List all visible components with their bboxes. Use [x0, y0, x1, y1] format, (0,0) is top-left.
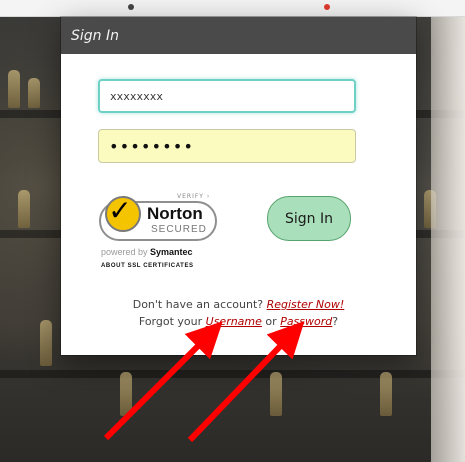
background-trophy — [270, 372, 282, 416]
browser-top-strip — [0, 0, 465, 17]
powered-prefix: powered by — [101, 247, 151, 257]
question-mark: ? — [332, 315, 339, 328]
password-input[interactable] — [98, 129, 356, 163]
badge-secured-label: SECURED — [151, 224, 207, 235]
background-trophy — [120, 372, 132, 416]
forgot-line: Forgot your Username or Password? — [61, 313, 416, 330]
sign-in-button[interactable]: Sign In — [267, 196, 351, 241]
about-ssl-link[interactable]: ABOUT SSL CERTIFICATES — [101, 263, 194, 269]
badge-verify-label: VERIFY › — [177, 193, 211, 200]
checkmark-icon: ✓ — [108, 194, 132, 227]
register-line: Don't have an account? Register Now! — [61, 296, 416, 313]
background-shelf — [0, 370, 465, 378]
toolbar-icon — [128, 4, 134, 10]
forgot-username-link[interactable]: Username — [206, 315, 262, 328]
background-trophy — [18, 190, 30, 228]
background-trophy — [380, 372, 392, 416]
account-links: Don't have an account? Register Now! For… — [61, 296, 416, 330]
background-trophy — [28, 78, 40, 108]
background-light-panel — [431, 0, 465, 462]
toolbar-icon — [324, 4, 330, 10]
background-trophy — [40, 320, 52, 366]
sign-in-dialog: Sign In ✓ VERIFY › Norton SECURED powere… — [61, 17, 416, 355]
forgot-text: Forgot your — [138, 315, 203, 328]
dialog-title: Sign In — [61, 17, 416, 54]
forgot-password-link[interactable]: Password — [280, 315, 332, 328]
register-now-link[interactable]: Register Now! — [267, 298, 345, 311]
background-trophy — [8, 70, 20, 108]
username-input[interactable] — [98, 79, 356, 113]
norton-secured-badge[interactable]: ✓ VERIFY › Norton SECURED powered by Sym… — [99, 193, 227, 275]
or-text: or — [265, 315, 277, 328]
badge-brand: Norton — [147, 204, 203, 223]
no-account-text: Don't have an account? — [132, 298, 264, 311]
powered-brand: Symantec — [150, 247, 193, 257]
badge-powered-by: powered by Symantec — [101, 247, 193, 257]
